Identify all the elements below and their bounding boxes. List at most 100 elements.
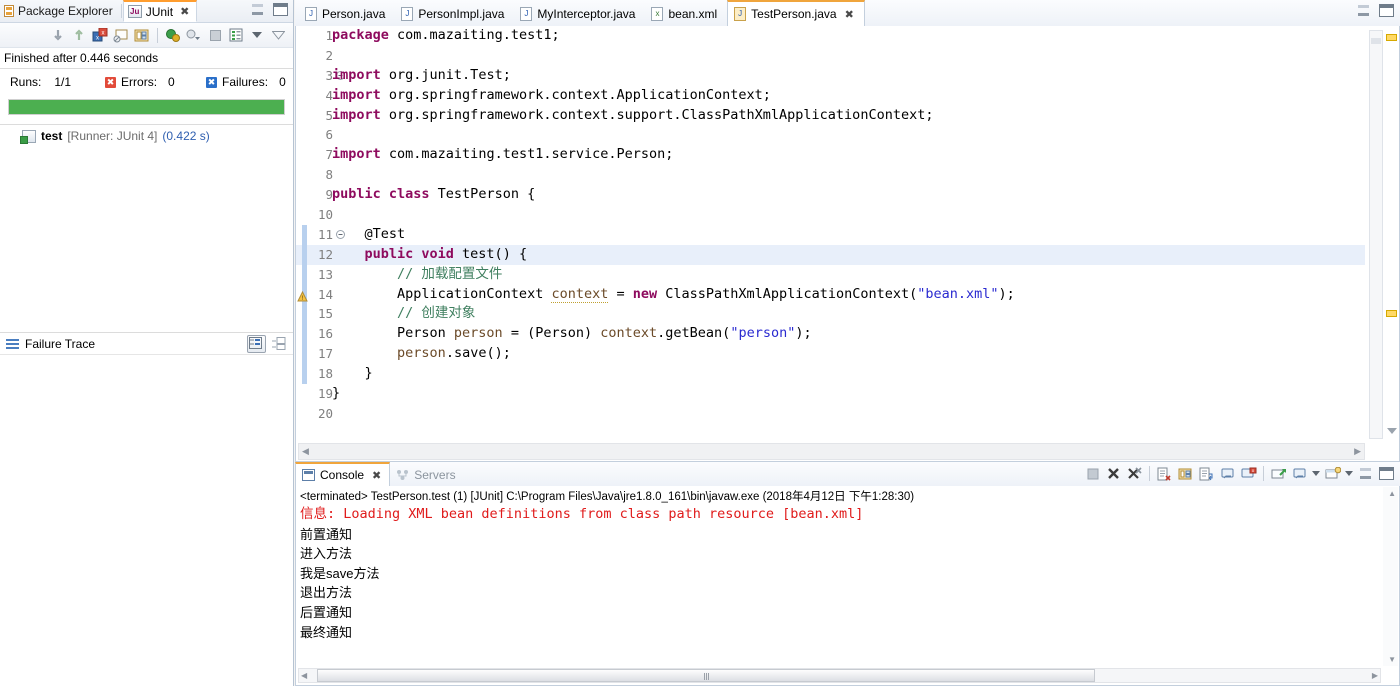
- stop-icon[interactable]: [206, 26, 224, 44]
- code-line[interactable]: 4 import org.springframework.context.Appl…: [296, 86, 1365, 106]
- code-line[interactable]: 19}: [296, 384, 1365, 404]
- scroll-left-arrow-icon[interactable]: ◀: [302, 446, 309, 457]
- show-test-hierarchy-icon[interactable]: [133, 26, 151, 44]
- scrollbar-thumb[interactable]: [317, 669, 1096, 682]
- line-number: 13: [317, 266, 333, 282]
- code-line[interactable]: 1 package com.mazaiting.test1;: [296, 26, 1365, 46]
- warning-marker-mid[interactable]: [1386, 310, 1397, 317]
- previous-failure-icon[interactable]: [70, 26, 88, 44]
- maximize-icon[interactable]: [273, 3, 288, 16]
- chevron-down-icon[interactable]: [1344, 464, 1354, 483]
- line-text: }: [332, 385, 341, 402]
- console-output-line: 信息: Loading XML bean definitions from cl…: [300, 506, 864, 522]
- scroll-left-arrow-icon[interactable]: ◀: [301, 671, 307, 680]
- clear-console-icon[interactable]: [1155, 464, 1174, 483]
- minimize-icon[interactable]: [1358, 5, 1369, 16]
- close-icon[interactable]: ✖: [845, 8, 854, 21]
- code-line[interactable]: 20: [296, 404, 1365, 424]
- code-line[interactable]: 9 public class TestPerson {: [296, 185, 1365, 205]
- code-line[interactable]: 2: [296, 46, 1365, 66]
- tab-junit[interactable]: Ju JUnit ✖: [122, 0, 198, 22]
- code-line[interactable]: 10: [296, 205, 1365, 225]
- pin-console-icon[interactable]: x: [1239, 464, 1258, 483]
- editor-horizontal-scrollbar[interactable]: ◀ ▶: [298, 443, 1365, 460]
- console-output[interactable]: 信息: Loading XML bean definitions from cl…: [296, 505, 1399, 642]
- code-editor[interactable]: 1 package com.mazaiting.test1; 2 3 import or…: [296, 26, 1365, 441]
- junit-view-panel: Package Explorer Ju JUnit ✖ x x Finished…: [0, 0, 294, 686]
- code-line[interactable]: 11 @Test: [296, 224, 1365, 245]
- scroll-down-arrow-icon[interactable]: ▼: [1388, 655, 1396, 664]
- console-vertical-scrollbar[interactable]: ▲ ▼: [1383, 487, 1398, 666]
- tab-package-explorer[interactable]: Package Explorer: [0, 0, 120, 22]
- tab-servers[interactable]: Servers: [390, 463, 463, 486]
- line-text: public void test() {: [364, 245, 528, 262]
- test-pass-icon: [20, 129, 36, 144]
- code-line[interactable]: 7 import com.mazaiting.test1.service.Pers…: [296, 145, 1365, 165]
- editor-tabs: J Person.java J PersonImpl.java J MyIntercept…: [295, 0, 1400, 26]
- code-line[interactable]: 8: [296, 165, 1365, 185]
- view-menu-icon[interactable]: [248, 26, 266, 44]
- editor-tab-bean-xml[interactable]: x bean.xml: [645, 1, 727, 26]
- editor-tab-testperson-java[interactable]: J TestPerson.java ✖: [727, 0, 865, 26]
- warning-marker-top[interactable]: [1386, 34, 1397, 41]
- new-console-view-icon[interactable]: [1323, 464, 1342, 483]
- console-output-line: 进入方法: [300, 546, 353, 562]
- maximize-icon[interactable]: [1377, 464, 1396, 483]
- compare-result-icon[interactable]: [247, 335, 266, 353]
- errors-badge-icon: ✖: [105, 76, 117, 88]
- test-tree-item[interactable]: test [Runner: JUnit 4] (0.422 s): [0, 125, 293, 144]
- editor-tab-myinterceptor-java[interactable]: J MyInterceptor.java: [514, 1, 645, 26]
- code-line[interactable]: 17 person.save();: [296, 344, 1365, 365]
- editor-tab-person-java[interactable]: J Person.java: [299, 1, 395, 26]
- show-console-on-output-icon[interactable]: [1218, 464, 1237, 483]
- maximize-icon[interactable]: [1379, 4, 1394, 17]
- show-failures-only-icon[interactable]: x x: [91, 26, 109, 44]
- display-selected-console-icon[interactable]: [1269, 464, 1288, 483]
- counter-runs-label: Runs:: [10, 75, 42, 89]
- code-line[interactable]: ! 14 ApplicationContext context = new Cla…: [296, 284, 1365, 305]
- scroll-up-arrow-icon[interactable]: ▲: [1388, 489, 1396, 498]
- code-line[interactable]: 12 public void test() {: [296, 244, 1365, 265]
- scroll-lock-icon[interactable]: [112, 26, 130, 44]
- minimize-view-icon[interactable]: [269, 26, 287, 44]
- minimize-icon[interactable]: [1356, 464, 1375, 483]
- editor-overview-ruler[interactable]: [1384, 30, 1399, 439]
- open-console-icon[interactable]: [1290, 464, 1309, 483]
- test-run-history-icon[interactable]: [227, 26, 245, 44]
- rerun-test-failures-icon[interactable]: [185, 26, 203, 44]
- code-line[interactable]: 16 Person person = (Person) context.getB…: [296, 324, 1365, 345]
- maximize-trace-icon[interactable]: [271, 337, 287, 351]
- console-horizontal-scrollbar[interactable]: ◀ ▶: [298, 668, 1381, 683]
- tab-console[interactable]: Console ✖: [295, 462, 391, 486]
- scroll-lock-icon[interactable]: [1176, 464, 1195, 483]
- scrollbar-thumb[interactable]: [1371, 38, 1381, 44]
- scroll-right-arrow-icon[interactable]: ▶: [1372, 671, 1378, 680]
- editor-vertical-scrollbar[interactable]: [1369, 30, 1383, 439]
- code-line[interactable]: 15 // 创建对象: [296, 304, 1365, 325]
- svg-text:x: x: [102, 30, 105, 36]
- code-line[interactable]: 18 }: [296, 364, 1365, 385]
- close-icon[interactable]: ✖: [372, 469, 381, 482]
- rerun-test-icon[interactable]: [164, 26, 182, 44]
- failure-trace-buttons: [247, 335, 287, 353]
- junit-progress-bar: [8, 99, 285, 115]
- remove-launch-icon[interactable]: [1104, 464, 1123, 483]
- code-line[interactable]: 6: [296, 125, 1365, 145]
- code-line[interactable]: 5 import org.springframework.context.supp…: [296, 106, 1365, 126]
- minimize-icon[interactable]: [252, 4, 263, 15]
- terminate-icon[interactable]: [1083, 464, 1102, 483]
- scroll-down-arrow-icon[interactable]: [1387, 428, 1397, 434]
- word-wrap-icon[interactable]: [1197, 464, 1216, 483]
- code-line[interactable]: 3 import org.junit.Test;: [296, 66, 1365, 86]
- next-failure-icon[interactable]: [49, 26, 67, 44]
- editor-tab-personimpl-java[interactable]: J PersonImpl.java: [395, 1, 514, 26]
- remove-all-terminated-icon[interactable]: [1125, 464, 1144, 483]
- chevron-down-icon[interactable]: [1311, 464, 1321, 483]
- code-line[interactable]: 13 // 加载配置文件: [296, 264, 1365, 285]
- line-number: 4: [325, 87, 333, 103]
- close-icon[interactable]: ✖: [180, 5, 189, 18]
- package-explorer-icon: [4, 5, 14, 17]
- scroll-right-arrow-icon[interactable]: ▶: [1354, 446, 1361, 457]
- toolbar-separator: [1149, 466, 1150, 481]
- line-number: 12: [317, 246, 333, 262]
